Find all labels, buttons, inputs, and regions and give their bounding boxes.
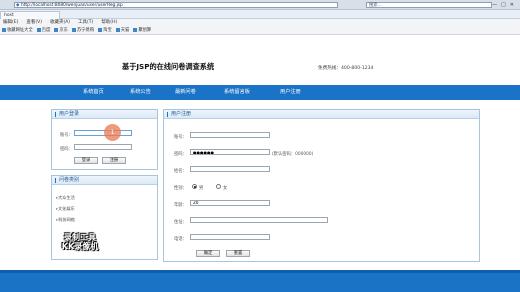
reg-name-input[interactable] — [190, 166, 270, 172]
gender-male-radio[interactable] — [192, 184, 197, 189]
reg-phone-input[interactable] — [190, 234, 270, 240]
reg-account-label: 账号： — [174, 135, 187, 140]
main-nav: 系统首页 系统公告 最新问卷 系统留言板 用户注册 — [0, 85, 520, 100]
address-bar[interactable]: ◆ http://localhost:8080/wenjuan/user/use… — [14, 2, 338, 8]
menu-favorites[interactable]: 收藏夹(A) — [50, 19, 70, 27]
favorite-icon — [115, 27, 120, 32]
reg-age-input[interactable]: 20 — [190, 200, 270, 206]
favorite-icon — [133, 27, 138, 32]
close-icon[interactable]: ✕ — [510, 2, 514, 8]
watermark-line1: 录制工具 — [64, 233, 96, 242]
reg-password-input[interactable]: ●●●●●● — [190, 149, 270, 155]
reg-address-label: 住址： — [174, 220, 187, 225]
favorite-icon — [36, 27, 41, 32]
category-item[interactable]: 文化娱乐 — [56, 206, 75, 212]
favorite-item[interactable]: 淘宝 — [98, 27, 112, 34]
reset-button[interactable]: 重置 — [226, 250, 250, 257]
favorite-item[interactable]: 收藏网址大全 — [2, 27, 33, 34]
category-item[interactable]: 科技网络 — [56, 217, 75, 223]
gender-female-label: 女 — [223, 186, 228, 191]
favorite-icon — [98, 27, 103, 32]
hotline-text: 免费热线：400-800-1234 — [318, 66, 374, 71]
maximize-icon[interactable]: □ — [501, 2, 506, 8]
menu-bar: 编辑(E) 查看(V) 收藏夹(A) 工具(T) 帮助(H) — [0, 19, 520, 27]
browser-toolbar: ◆ http://localhost:8080/wenjuan/user/use… — [0, 0, 520, 10]
reg-account-input[interactable] — [190, 132, 270, 138]
gender-male-label: 男 — [199, 186, 204, 191]
favorite-item[interactable]: 百度 — [36, 27, 50, 34]
reg-phone-label: 电话： — [174, 237, 187, 242]
search-input[interactable]: 搜索... — [366, 2, 492, 8]
favorite-item[interactable]: 天猫 — [115, 27, 129, 34]
nav-notice[interactable]: 系统公告 — [130, 85, 151, 100]
register-heading: 用户注册 — [164, 110, 479, 119]
window-controls: — □ ✕ — [492, 2, 514, 8]
page-footer — [0, 270, 520, 292]
favorite-icon — [71, 27, 76, 32]
login-password-input[interactable] — [74, 144, 132, 150]
reg-password-hint: (默认密码：000000) — [272, 152, 314, 157]
reg-age-label: 年龄： — [174, 203, 187, 208]
menu-tools[interactable]: 工具(T) — [78, 19, 93, 27]
tab-bar: host — [0, 10, 520, 19]
favorite-icon — [54, 27, 59, 32]
nav-latest-survey[interactable]: 最新问卷 — [175, 85, 196, 100]
login-heading: 用户登录 — [52, 110, 157, 119]
recorder-watermark: 录制工具 KK录像机 — [50, 233, 110, 251]
reg-address-input[interactable] — [190, 217, 328, 223]
nav-register[interactable]: 用户注册 — [280, 85, 301, 100]
favorite-item[interactable]: 苏宁易购 — [71, 27, 94, 34]
watermark-line2: KK录像机 — [61, 242, 99, 251]
register-link-button[interactable]: 注册 — [102, 157, 126, 164]
menu-help[interactable]: 帮助(H) — [101, 19, 117, 27]
favorite-icon — [2, 27, 6, 32]
login-password-label: 密码： — [60, 147, 73, 152]
login-account-label: 账号： — [60, 133, 73, 138]
login-account-input[interactable] — [74, 130, 132, 136]
category-heading: 问卷类别 — [52, 176, 157, 185]
menu-edit[interactable]: 编辑(E) — [3, 19, 18, 27]
nav-message-board[interactable]: 系统留言板 — [224, 85, 250, 100]
submit-button[interactable]: 确定 — [196, 250, 220, 257]
reg-password-label: 密码： — [174, 152, 187, 157]
favorite-item[interactable]: 京东 — [54, 27, 68, 34]
nav-home[interactable]: 系统首页 — [83, 85, 104, 100]
site-title: 基于JSP的在线问卷调查系统 — [122, 62, 215, 71]
login-button[interactable]: 登录 — [74, 157, 98, 164]
menu-view[interactable]: 查看(V) — [26, 19, 42, 27]
category-item[interactable]: 大众生活 — [56, 195, 75, 201]
minimize-icon[interactable]: — — [492, 2, 497, 8]
reg-gender-label: 性别： — [174, 186, 187, 191]
favorite-item[interactable]: 聚划算 — [133, 27, 151, 34]
tab-active[interactable]: host — [0, 11, 60, 19]
address-text: http://localhost:8080/wenjuan/user/userR… — [21, 3, 123, 8]
favorites-bar: 收藏网址大全 百度 京东 苏宁易购 淘宝 天猫 聚划算 — [0, 27, 520, 35]
click-indicator: 1 — [104, 124, 121, 141]
gender-female-radio[interactable] — [216, 184, 221, 189]
page-icon: ◆ — [16, 3, 20, 8]
reg-name-label: 姓名： — [174, 169, 187, 174]
